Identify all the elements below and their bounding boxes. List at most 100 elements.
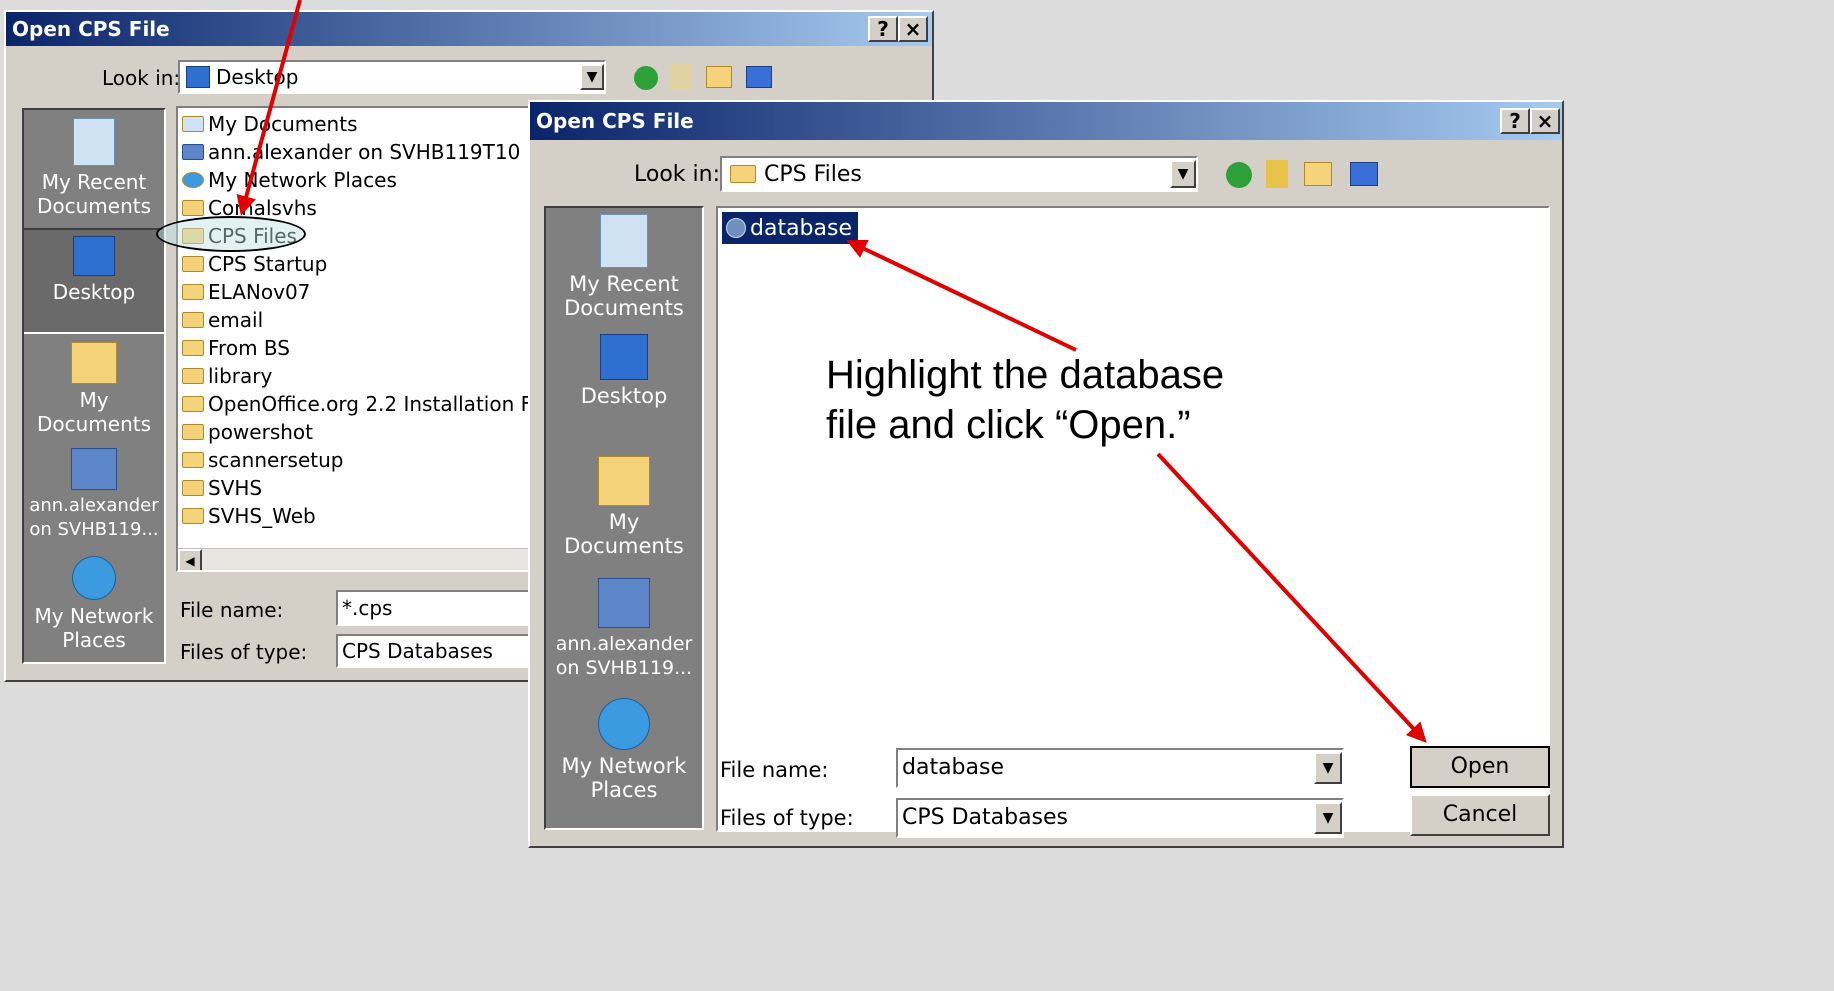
front-place-desktop-label: Desktop [580,384,668,408]
folder-icon [182,480,204,496]
folder-icon [182,284,204,300]
back-place-recent-label: My Recent Documents [36,170,152,218]
network-computer-icon [71,448,117,490]
folder-icon [182,200,204,216]
back-place-network-label: My Network Places [34,604,154,652]
back-look-in-combo[interactable]: Desktop [178,60,606,94]
front-dialog: Open CPS File ? × Look in: CPS Files ▼ M… [528,100,1564,848]
desktop-icon [600,334,648,380]
scroll-left-button[interactable]: ◀ [178,549,202,570]
front-file-name-dropdown[interactable]: ▼ [1314,752,1342,784]
annotation-line-1: Highlight the database [826,353,1225,397]
front-close-button[interactable]: × [1530,108,1560,134]
front-place-desktop[interactable]: Desktop [546,334,702,408]
folder-icon [182,340,204,356]
front-back-icon[interactable] [1226,162,1252,188]
front-up-folder-icon[interactable] [1266,160,1288,188]
front-places-bar: My Recent Documents Desktop My Documents… [544,206,704,830]
front-file-name-label: File name: [720,758,829,782]
annotation-line-2: file and click “Open.” [826,403,1191,447]
database-file-icon [726,218,746,238]
front-look-in-value: CPS Files [764,161,862,187]
folder-icon [182,256,204,272]
front-look-in-dropdown[interactable]: ▼ [1170,160,1196,188]
back-help-button[interactable]: ? [868,16,898,42]
front-dialog-titlebar: Open CPS File [530,102,1562,140]
back-place-desktop[interactable]: Desktop [24,228,164,334]
recent-documents-icon [73,118,115,166]
my-documents-icon [598,456,650,506]
folder-icon [730,165,756,183]
folder-icon [182,396,204,412]
front-place-computer[interactable]: ann.alexander on SVHB119... [546,578,702,680]
front-place-recent[interactable]: My Recent Documents [546,214,702,320]
chevron-down-icon: ▼ [586,69,598,85]
front-look-in-label: Look in: [634,162,720,187]
network-places-icon [598,698,650,750]
front-look-in-combo[interactable]: CPS Files [720,156,1198,192]
back-up-folder-icon[interactable] [670,64,692,90]
chevron-down-icon: ▼ [1322,760,1334,776]
back-look-in-dropdown[interactable]: ▼ [580,64,604,90]
back-views-icon[interactable] [746,66,772,88]
front-file-type-dropdown[interactable]: ▼ [1314,802,1342,834]
back-dialog-title: Open CPS File [12,17,170,41]
folder-icon [182,312,204,328]
recent-documents-icon [600,214,648,268]
desktop-icon [73,236,115,276]
back-dialog-titlebar: Open CPS File [6,12,932,46]
network-places-icon [72,556,116,600]
front-place-network-label: My Network Places [561,754,687,802]
front-file-list[interactable]: database [716,206,1550,832]
front-place-mydocs[interactable]: My Documents [546,456,702,558]
back-look-in-value: Desktop [216,65,299,89]
front-help-button[interactable]: ? [1500,108,1530,134]
front-file-type-label: Files of type: [720,806,854,830]
back-new-folder-icon[interactable] [706,66,732,88]
my-documents-icon [71,342,117,384]
database-file-label: database [750,215,852,241]
annotation-callout: Highlight the database file and click “O… [826,350,1326,450]
back-file-type-value: CPS Databases [342,639,493,663]
back-place-mydocs-label: My Documents [36,388,152,436]
back-look-in-label: Look in: [102,66,181,90]
back-place-recent[interactable]: My Recent Documents [24,118,164,218]
back-place-desktop-label: Desktop [52,280,136,304]
back-back-icon[interactable] [634,66,658,90]
list-item[interactable]: database [722,212,858,244]
back-place-mydocs[interactable]: My Documents [24,342,164,436]
folder-icon [182,452,204,468]
open-button[interactable]: Open [1410,746,1550,788]
my-documents-icon [182,116,204,132]
back-place-network[interactable]: My Network Places [24,556,164,652]
front-file-type-value: CPS Databases [902,805,1069,830]
front-place-network[interactable]: My Network Places [546,698,702,802]
front-file-name-input[interactable]: database [896,748,1344,788]
back-place-computer-label: ann.alexander on SVHB119... [29,495,159,540]
front-place-mydocs-label: My Documents [564,510,684,558]
cancel-button[interactable]: Cancel [1410,794,1550,836]
front-place-recent-label: My Recent Documents [564,272,684,320]
front-views-icon[interactable] [1350,162,1378,186]
back-file-type-label: Files of type: [180,640,308,664]
folder-icon [182,508,204,524]
chevron-down-icon: ▼ [1177,166,1189,182]
back-file-name-label: File name: [180,598,284,622]
network-computer-icon [598,578,650,628]
folder-icon [182,368,204,384]
folder-icon [182,424,204,440]
back-places-bar: My Recent Documents Desktop My Documents… [22,108,166,664]
cps-files-highlight-oval [156,216,306,252]
front-new-folder-icon[interactable] [1304,162,1332,186]
desktop-icon [186,66,210,88]
front-dialog-title: Open CPS File [536,109,694,133]
back-close-button[interactable]: × [898,16,928,42]
network-places-icon [182,172,204,188]
front-file-name-value: database [902,755,1004,780]
back-place-computer[interactable]: ann.alexander on SVHB119... [24,448,164,542]
front-place-computer-label: ann.alexander on SVHB119... [555,633,693,679]
front-file-type-select[interactable]: CPS Databases [896,798,1344,838]
back-file-name-value: *.cps [342,596,393,620]
chevron-down-icon: ▼ [1322,810,1334,826]
network-computer-icon [182,144,204,160]
